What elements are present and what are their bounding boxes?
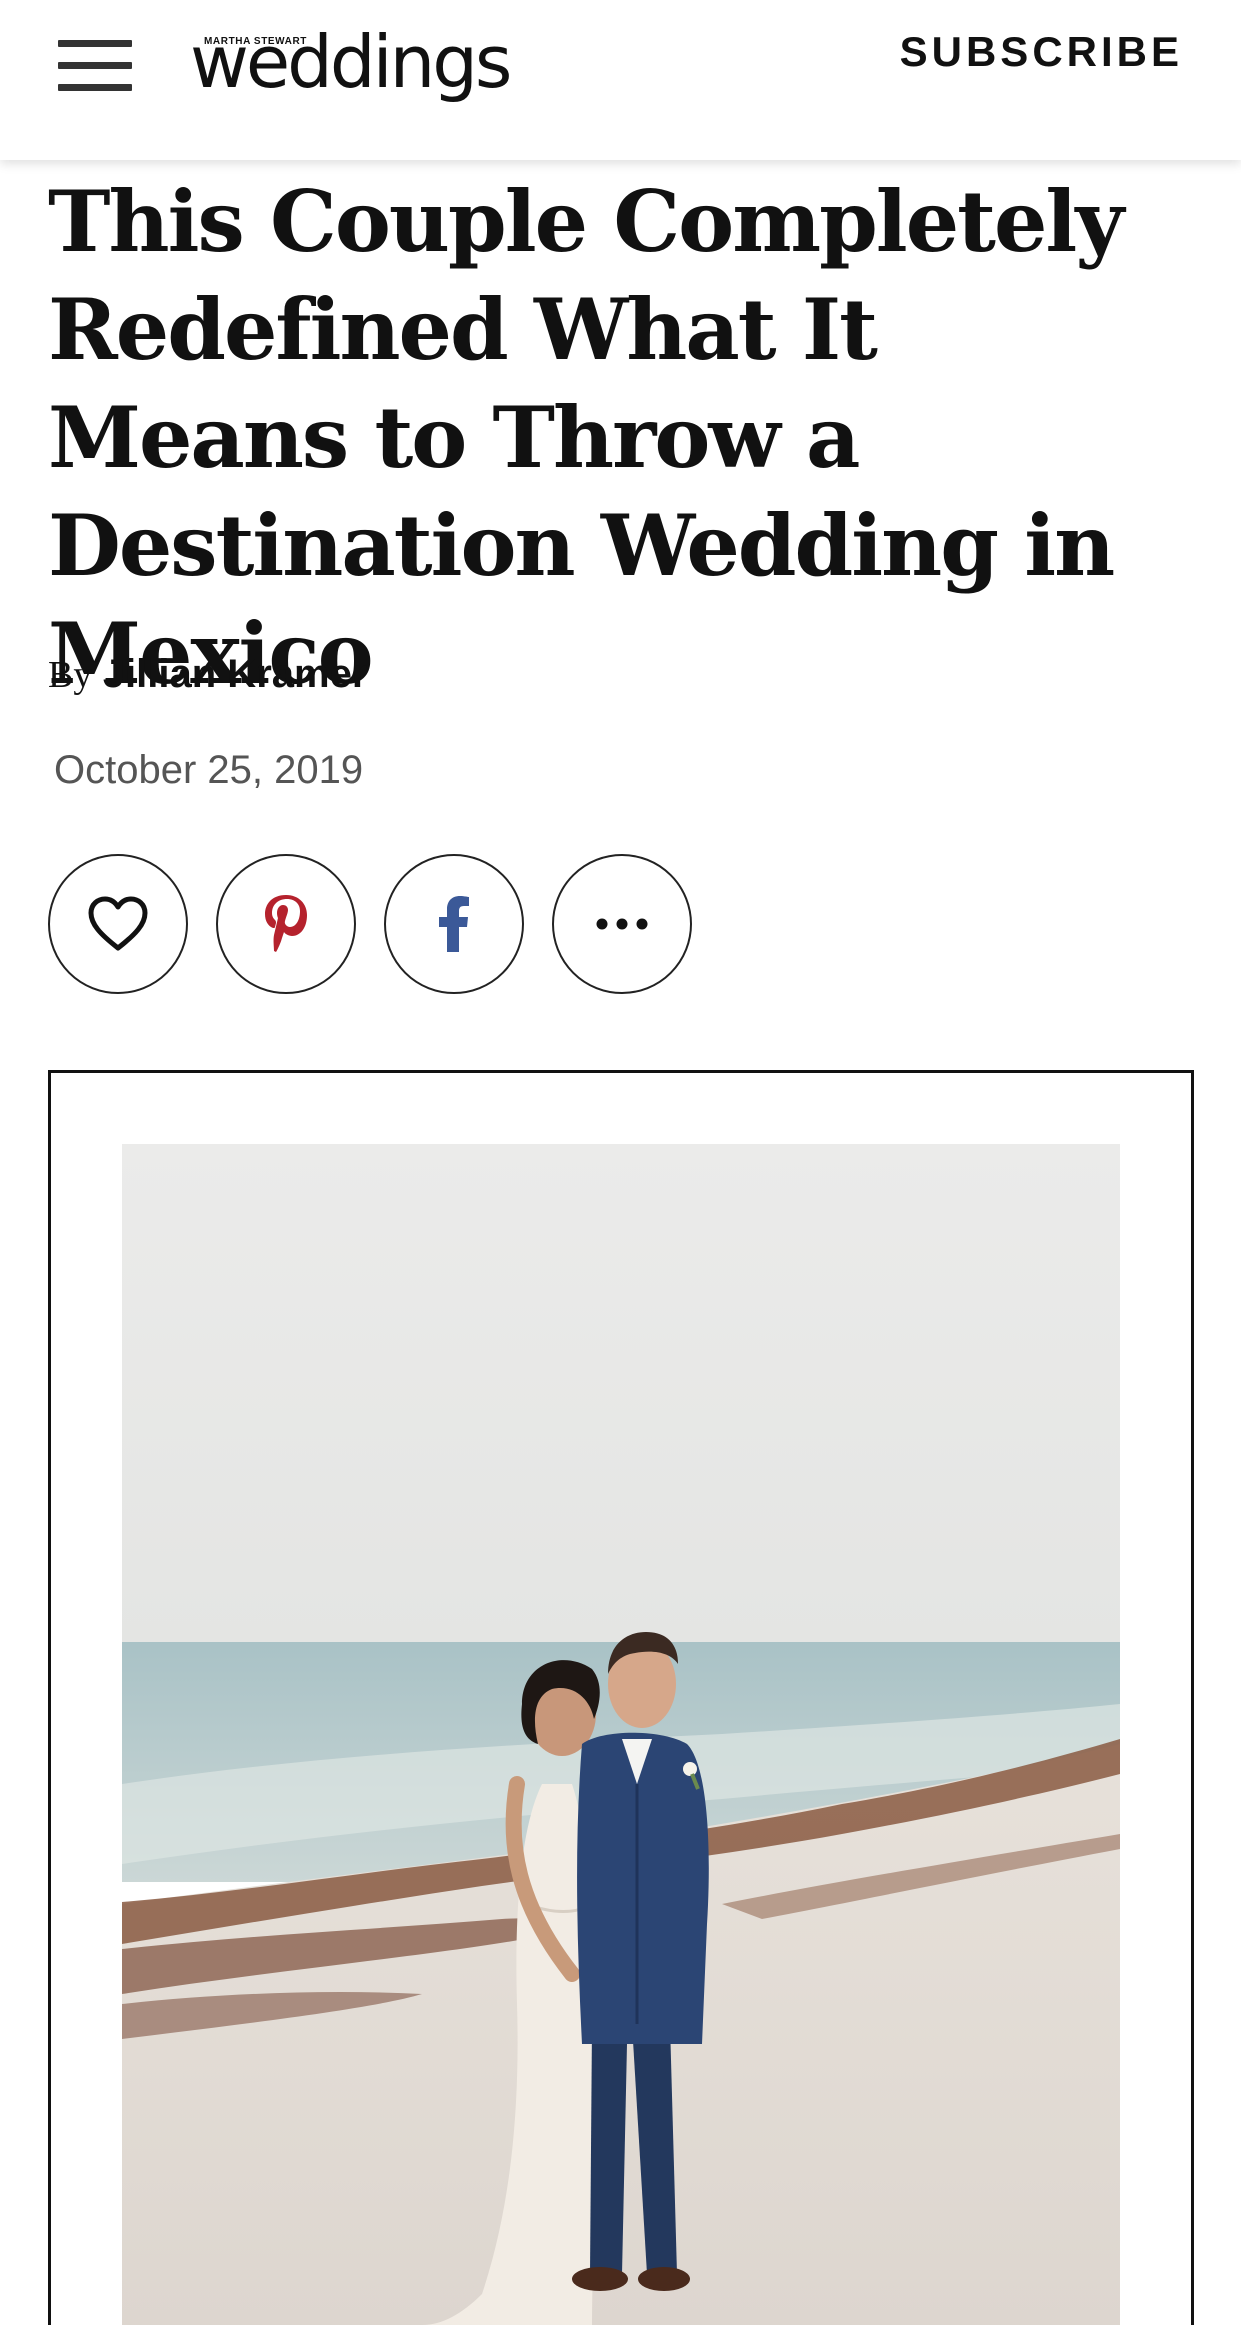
menu-line [58,84,132,91]
hero-image[interactable] [122,1144,1120,2325]
beach-couple-photo [122,1144,1120,2325]
logo-wordmark: weddings [190,20,512,104]
menu-line [58,40,132,47]
publish-date: October 25, 2019 [54,748,364,792]
heart-icon [88,896,148,951]
pinterest-icon [265,895,307,952]
byline: By Jillian Kramer [48,652,367,697]
pinterest-share-button[interactable] [216,854,356,994]
facebook-share-button[interactable] [384,854,524,994]
author-link[interactable]: Jillian Kramer [103,652,368,696]
facebook-icon [439,896,469,952]
subscribe-button[interactable]: SUBSCRIBE [900,28,1183,76]
article-title: This Couple Completely Redefined What It… [48,172,1124,703]
site-header: MARTHA STEWART weddings SUBSCRIBE [0,0,1241,160]
more-options-button[interactable] [552,854,692,994]
save-button[interactable] [48,854,188,994]
byline-prefix: By [48,654,93,696]
menu-line [58,62,132,69]
more-options-icon [596,918,648,930]
site-logo[interactable]: MARTHA STEWART weddings [190,20,512,114]
hamburger-menu-icon[interactable] [58,38,134,92]
